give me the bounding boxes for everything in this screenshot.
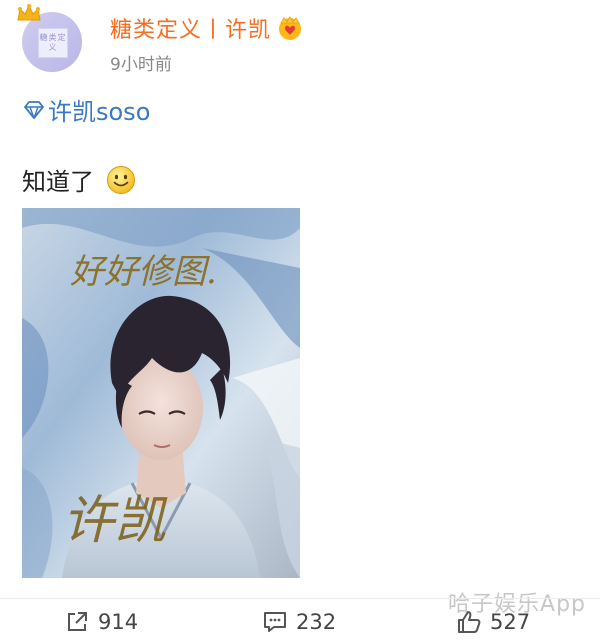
post-text: 知道了 <box>22 162 136 197</box>
comment-count: 232 <box>296 610 337 634</box>
weibo-post-card: 糖类定义 糖类定义丨许凯 9小时前 许凯soso 知道了 好好修图. 许凯 哈子… <box>0 0 600 644</box>
photo-signature-top: 好好修图. <box>70 252 217 292</box>
share-count: 914 <box>98 610 139 634</box>
comment-icon <box>264 612 286 632</box>
mention-link[interactable]: 许凯soso <box>24 92 150 127</box>
post-body: 知道了 <box>22 168 94 196</box>
smile-emoji-icon <box>107 165 135 194</box>
username[interactable]: 糖类定义丨许凯 <box>110 12 271 44</box>
photo-image: 好好修图. 许凯 <box>22 208 300 578</box>
comment-button[interactable]: 232 <box>262 606 336 638</box>
like-count: 527 <box>490 610 531 634</box>
username-row: 糖类定义丨许凯 <box>110 12 303 44</box>
post-photo[interactable]: 好好修图. 许凯 <box>22 208 300 578</box>
photo-signature-name: 许凯 <box>62 491 168 551</box>
share-icon <box>68 612 87 631</box>
share-button[interactable]: 914 <box>64 606 138 638</box>
crown-icon <box>17 4 41 21</box>
like-button[interactable]: 527 <box>456 606 530 638</box>
mention-text: 许凯soso <box>48 98 151 126</box>
avatar-text: 糖类定义 <box>38 28 68 58</box>
avatar[interactable]: 糖类定义 <box>16 4 88 78</box>
post-time: 9小时前 <box>110 55 172 75</box>
vip-heart-icon <box>279 16 302 40</box>
diamond-icon <box>24 100 44 119</box>
like-icon <box>458 611 481 633</box>
footer-divider <box>0 598 600 599</box>
